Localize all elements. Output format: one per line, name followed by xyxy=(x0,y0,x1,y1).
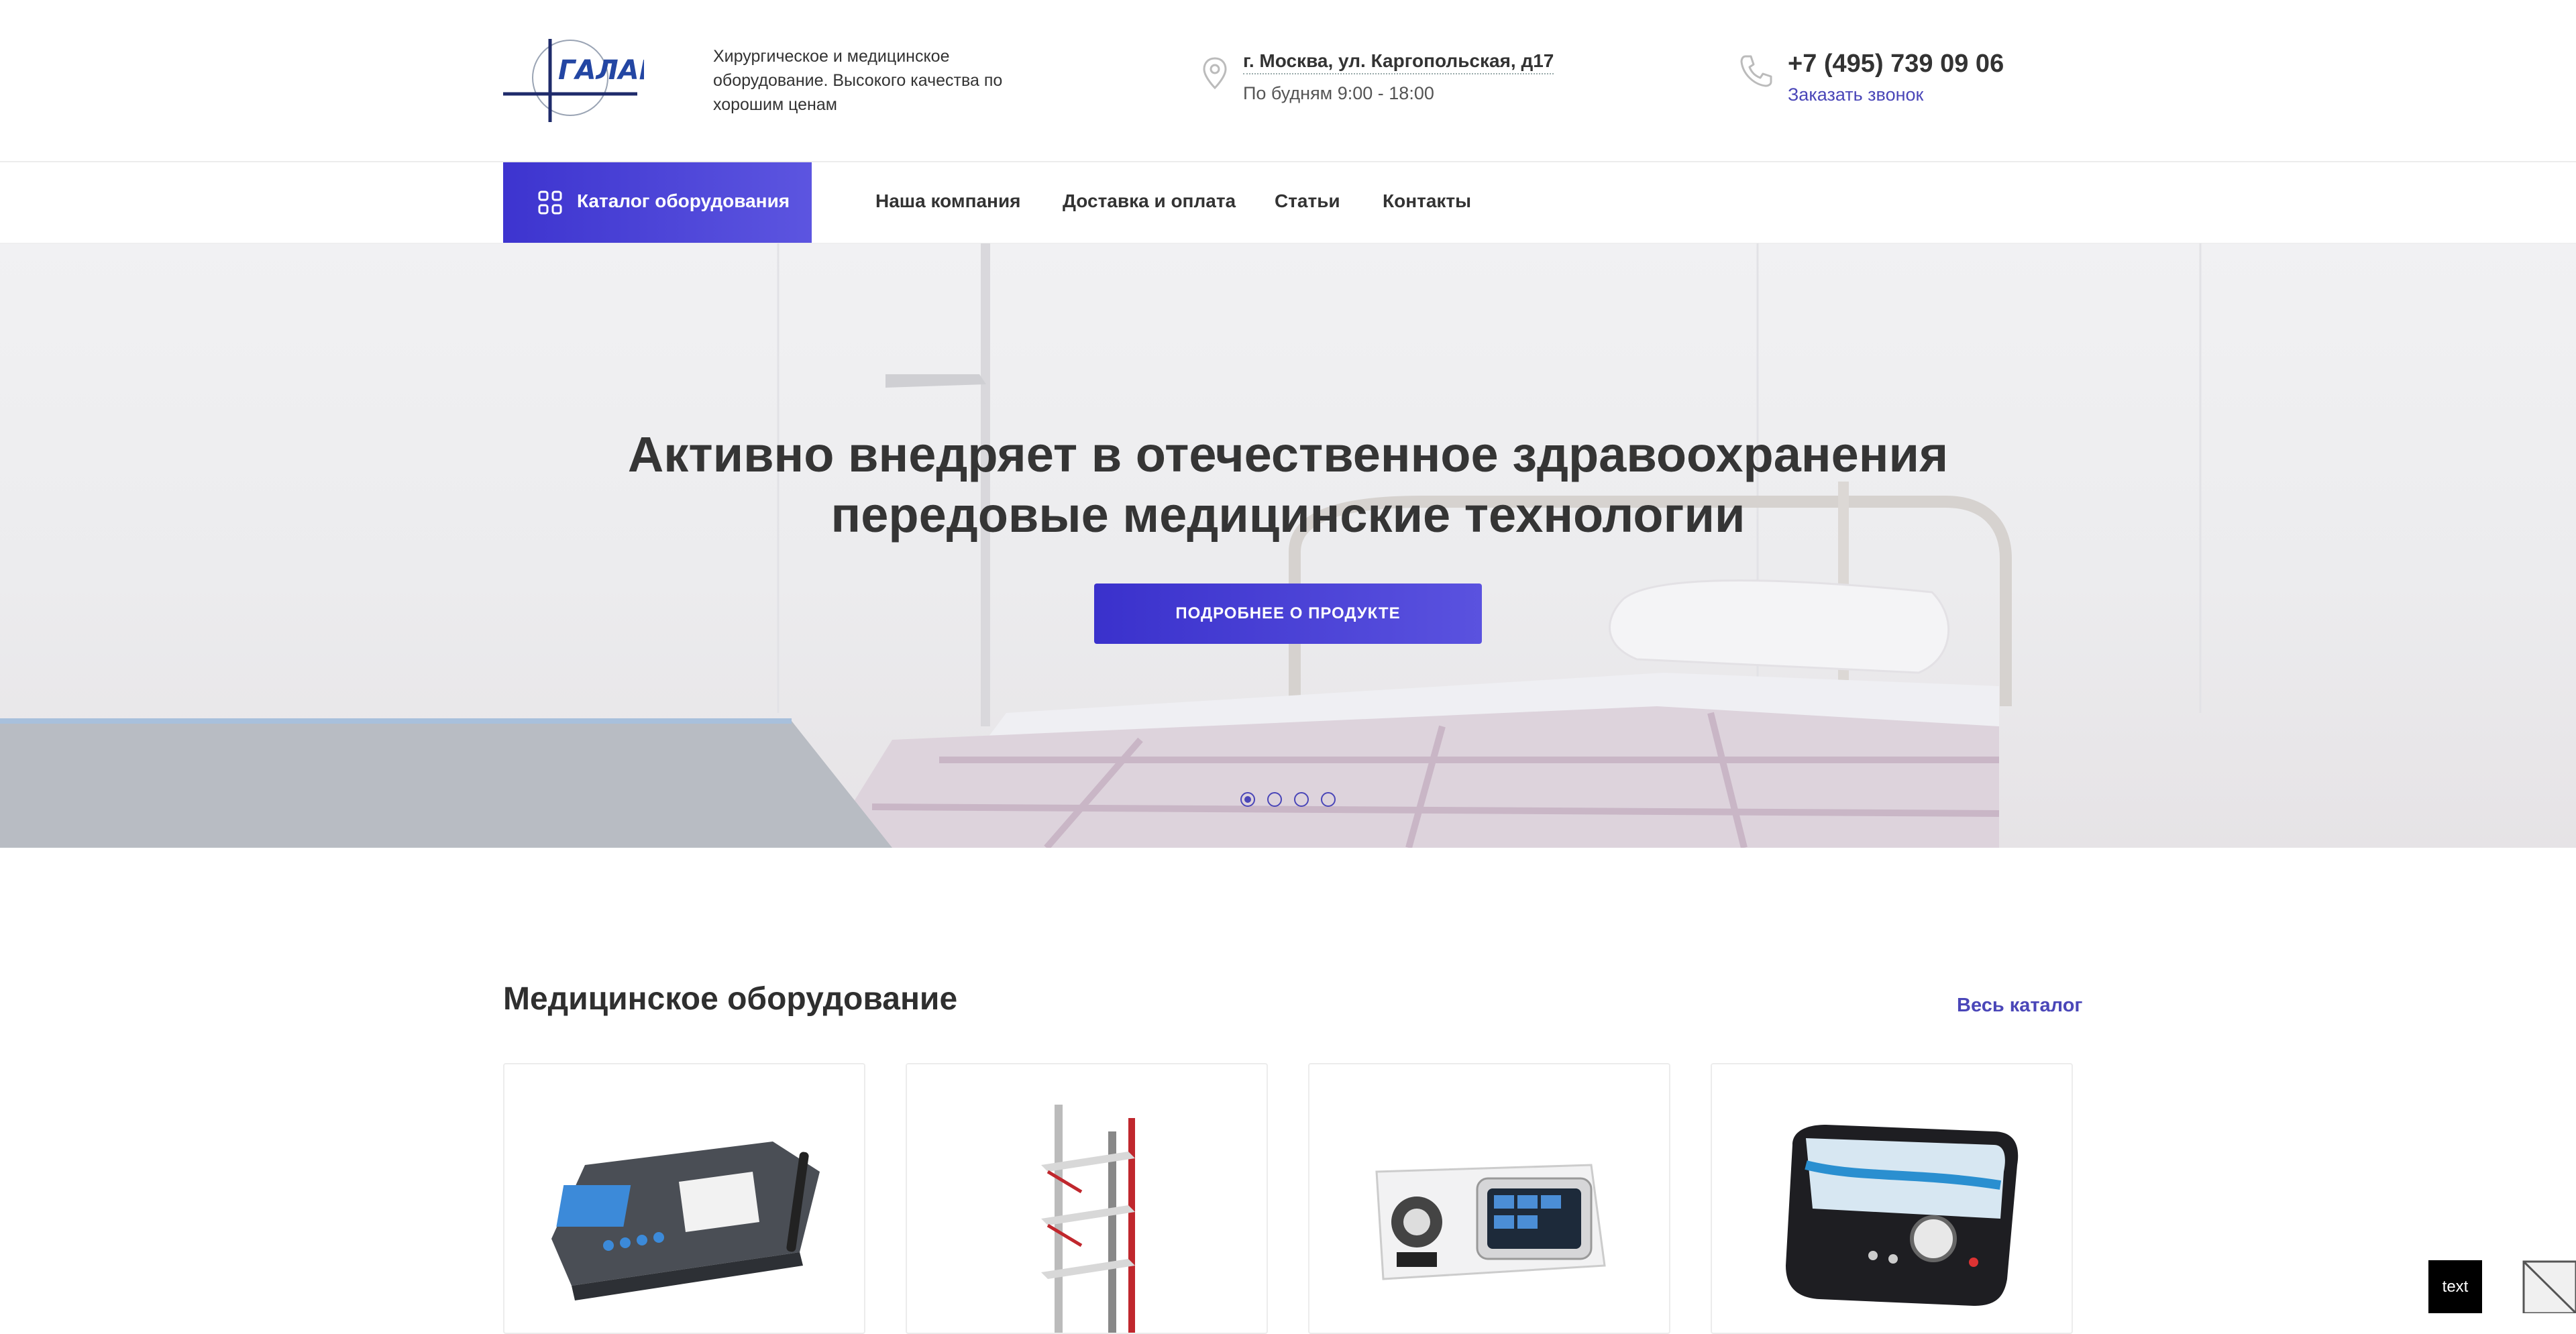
product-card-1[interactable] xyxy=(503,1063,865,1334)
address-link[interactable]: г. Москва, ул. Каргопольская, д17 xyxy=(1243,50,1554,74)
slider-dot-2[interactable] xyxy=(1267,792,1282,807)
all-catalog-link[interactable]: Весь каталог xyxy=(1957,995,2083,1017)
main-navigation: Каталог оборудования Наша компания Доста… xyxy=(0,162,2576,244)
hero-background-image xyxy=(0,243,2202,848)
endoscopy-processor-icon xyxy=(1375,1164,1606,1280)
hero-slider: Активно внедряет в отечественное здравоо… xyxy=(0,243,2576,848)
company-tagline: Хирургическое и медицинское оборудование… xyxy=(713,47,1003,114)
company-logo[interactable]: ГАЛАР xyxy=(503,39,659,122)
product-card-4[interactable] xyxy=(1711,1063,2073,1334)
catalog-button-label: Каталог оборудования xyxy=(577,190,790,211)
catalog-button[interactable]: Каталог оборудования xyxy=(503,162,812,243)
request-callback-link[interactable]: Заказать звонок xyxy=(1788,85,1923,105)
product-card-2[interactable] xyxy=(906,1063,1268,1334)
slider-dot-3[interactable] xyxy=(1294,792,1309,807)
site-header: ГАЛАР Хирургическое и медицинское оборуд… xyxy=(0,0,2576,162)
location-pin-icon xyxy=(1201,57,1228,90)
slider-dot-1[interactable] xyxy=(1240,792,1255,807)
phone-icon xyxy=(1739,54,1774,89)
grid-icon xyxy=(538,190,562,215)
working-hours: По будням 9:00 - 18:00 xyxy=(1243,83,1434,103)
nav-link-delivery[interactable]: Доставка и оплата xyxy=(1063,190,1236,212)
svg-text:ГАЛАР: ГАЛАР xyxy=(558,55,644,86)
ecg-device-icon xyxy=(551,1142,820,1300)
hero-title-line-1: Активно внедряет в отечественное здравоо… xyxy=(627,427,1949,482)
section-title: Медицинское оборудование xyxy=(503,981,958,1017)
hero-title-line-2: передовые медицинские технологии xyxy=(830,487,1746,543)
product-details-button[interactable]: ПОДРОБНЕЕ О ПРОДУКТЕ xyxy=(1094,583,1482,644)
corner-fold-icon xyxy=(2522,1260,2576,1315)
text-tag: text xyxy=(2428,1260,2482,1313)
physiotherapy-device-icon xyxy=(1786,1125,2019,1306)
phone-number[interactable]: +7 (495) 739 09 06 xyxy=(1788,50,2004,78)
product-card-3[interactable] xyxy=(1308,1063,1670,1334)
nav-link-articles[interactable]: Статьи xyxy=(1275,190,1340,212)
nav-link-company[interactable]: Наша компания xyxy=(875,190,1021,212)
equipment-cart-icon xyxy=(1041,1105,1135,1333)
nav-link-contacts[interactable]: Контакты xyxy=(1383,190,1471,212)
hero-title: Активно внедряет в отечественное здравоо… xyxy=(0,425,2576,545)
slider-dot-4[interactable] xyxy=(1321,792,1336,807)
